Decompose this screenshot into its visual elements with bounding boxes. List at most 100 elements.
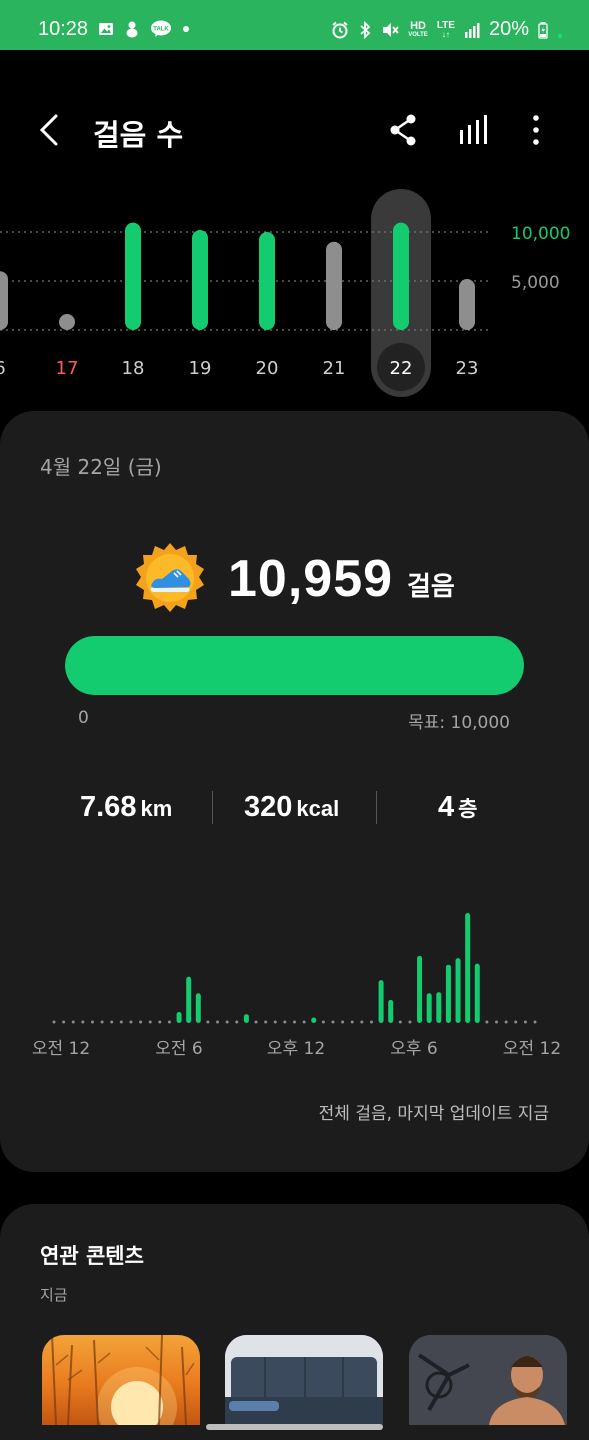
hour-bar xyxy=(388,999,394,1023)
stat-divider xyxy=(212,791,213,824)
hour-bar xyxy=(523,1020,527,1024)
mute-icon xyxy=(383,22,399,37)
hour-bar xyxy=(176,1012,182,1023)
date-label: 4월 22일 (금) xyxy=(40,455,162,479)
related-title: 연관 콘텐츠 xyxy=(40,1244,144,1268)
stat-divider xyxy=(376,791,377,824)
calories-unit: kcal xyxy=(296,796,340,821)
hour-bar xyxy=(186,976,192,1023)
snowman-icon xyxy=(126,21,138,38)
goal-medal-shoe-icon xyxy=(136,543,204,612)
hour-bar xyxy=(408,1020,412,1024)
data-arrows-icon: ↓↑ xyxy=(441,30,450,39)
hour-bar xyxy=(225,1020,229,1024)
share-button[interactable] xyxy=(386,112,422,148)
dot-icon xyxy=(183,26,189,32)
more-options-button[interactable] xyxy=(518,112,554,148)
trends-button[interactable] xyxy=(456,112,492,148)
goal-progress-fill xyxy=(65,636,524,695)
hour-bar xyxy=(436,992,442,1023)
hour-bar xyxy=(350,1020,354,1024)
weekly-steps-chart[interactable]: 10,000 5,000 6 17 18 19 20 21 22 23 xyxy=(0,185,589,405)
bar-chart-icon xyxy=(460,115,487,144)
charging-dot-icon xyxy=(558,33,562,38)
hour-bar xyxy=(62,1020,66,1024)
hour-bar xyxy=(243,1014,249,1023)
hour-bar xyxy=(235,1020,239,1024)
back-button[interactable] xyxy=(32,110,72,150)
hour-bar xyxy=(52,1020,56,1024)
volte-label: VOLTE xyxy=(408,31,428,38)
hd-volte-icon: HD VOLTE xyxy=(408,19,428,39)
day-label: 21 xyxy=(323,358,346,379)
floors-value: 4 xyxy=(438,791,455,823)
hour-bar xyxy=(81,1020,85,1024)
hour-bar xyxy=(71,1020,75,1024)
hour-bar xyxy=(504,1020,508,1024)
hour-bar xyxy=(495,1020,499,1024)
day-label: 22 xyxy=(390,358,413,379)
x-tick-label: 오후 6 xyxy=(390,1039,438,1059)
hour-bar xyxy=(129,1020,133,1024)
chevron-left-icon xyxy=(39,114,58,146)
related-card-sunset[interactable] xyxy=(42,1335,200,1425)
progress-goal-label: 목표: 10,000 xyxy=(408,713,510,733)
x-tick-label: 오전 6 xyxy=(155,1039,203,1059)
home-indicator xyxy=(206,1424,383,1430)
sunset-thumbnail xyxy=(51,1335,195,1425)
day-bar xyxy=(393,222,409,330)
x-tick-label: 오전 12 xyxy=(32,1039,90,1059)
notification-icons: TALK xyxy=(98,20,190,38)
related-card-sofa[interactable] xyxy=(225,1335,383,1425)
day-bar xyxy=(125,222,141,330)
system-icons: HD VOLTE LTE ↓↑ 20% xyxy=(331,18,563,41)
bluetooth-icon xyxy=(360,20,371,39)
hour-bar xyxy=(100,1020,104,1024)
page-title: 걸음 수 xyxy=(93,118,184,152)
hour-bar xyxy=(514,1020,518,1024)
related-subtitle: 지금 xyxy=(40,1286,68,1304)
hour-bar xyxy=(302,1020,306,1024)
day-label: 18 xyxy=(122,358,145,379)
related-card-fitness[interactable] xyxy=(409,1335,567,1425)
calories-stat: 320 kcal xyxy=(244,791,339,824)
share-icon xyxy=(390,114,416,146)
related-content-section: 연관 콘텐츠 지금 xyxy=(0,1204,589,1440)
hour-bar xyxy=(110,1020,114,1024)
hour-bar xyxy=(139,1020,143,1024)
hourly-steps-chart: 오전 12 오전 6 오후 12 오후 6 오전 12 xyxy=(32,913,561,1059)
day-bar xyxy=(0,271,8,330)
day-bar xyxy=(192,230,208,330)
hour-bar xyxy=(417,955,423,1023)
hour-bar xyxy=(206,1020,210,1024)
update-note: 전체 걸음, 마지막 업데이트 지금 xyxy=(318,1104,549,1124)
floors-unit: 층 xyxy=(458,797,478,821)
activity-stats: 7.68 km 320 kcal 4층 xyxy=(0,783,589,833)
day-label: 20 xyxy=(256,358,279,379)
hour-bar xyxy=(119,1020,123,1024)
distance-stat: 7.68 km xyxy=(80,791,172,824)
hour-bar xyxy=(167,1020,171,1024)
hour-bar xyxy=(369,1020,373,1024)
distance-value: 7.68 xyxy=(80,791,137,823)
day-label: 6 xyxy=(0,358,6,379)
hour-bar xyxy=(311,1017,317,1023)
app-header: 걸음 수 xyxy=(0,50,589,200)
sofa-thumbnail xyxy=(225,1335,383,1425)
battery-charging-icon xyxy=(538,21,548,39)
hour-bar xyxy=(533,1020,537,1024)
lte-icon: LTE ↓↑ xyxy=(437,20,455,39)
svg-text:TALK: TALK xyxy=(153,27,169,33)
day-bar xyxy=(459,279,475,330)
hour-bar xyxy=(341,1020,345,1024)
x-tick-label: 오전 12 xyxy=(503,1039,561,1059)
hour-bar xyxy=(264,1020,268,1024)
day-bar xyxy=(59,314,75,330)
kakaotalk-icon: TALK xyxy=(151,20,171,37)
hour-bar xyxy=(195,993,201,1023)
more-vertical-icon xyxy=(533,115,539,145)
day-bar xyxy=(326,241,342,330)
hd-label: HD xyxy=(410,19,426,32)
hour-bar xyxy=(148,1020,152,1024)
hour-bar xyxy=(158,1020,162,1024)
